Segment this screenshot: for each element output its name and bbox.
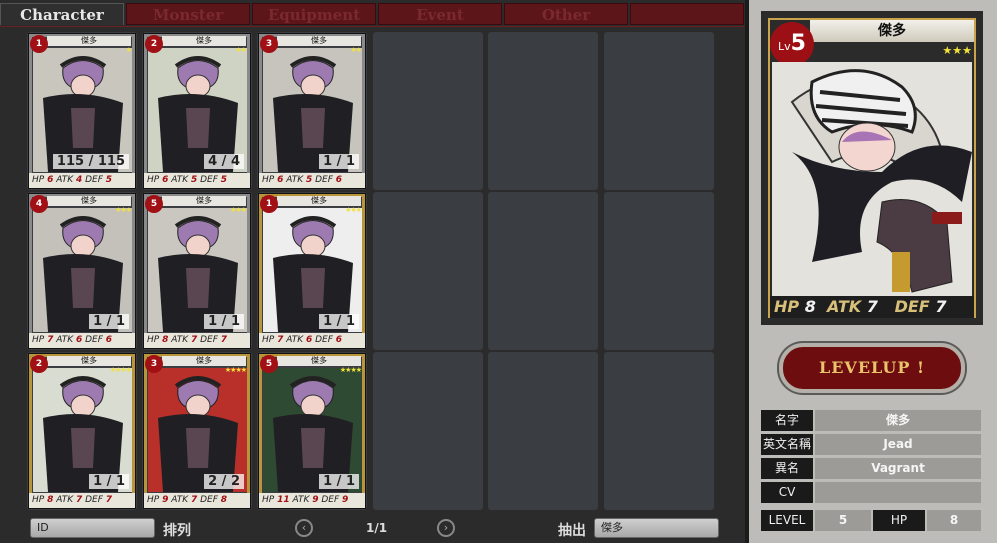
prev-page-icon[interactable]: ‹ (295, 519, 313, 537)
detail-panel: 傑多 Lv5 ★★★ HP 8 ATK 7 DEF 7 LEVELUP ! 名字… (749, 0, 997, 543)
level-badge: Lv5 (770, 22, 814, 66)
card-slot (604, 32, 714, 190)
card-name: 傑多 (277, 356, 361, 366)
card-stars: ★★★★ (224, 366, 247, 374)
card-stats: HP 11 ATK 9 DEF 9 (259, 493, 365, 508)
card-stars: ★ (125, 46, 132, 54)
card-count: 115 / 115 (52, 154, 129, 169)
card-stats: HP 8 ATK 7 DEF 7 (770, 296, 974, 318)
card-stars: ★★★★ (109, 366, 132, 374)
card-level-badge: 2 (145, 35, 163, 53)
card-level-badge: 3 (260, 35, 278, 53)
card-count: 1 / 1 (89, 474, 129, 489)
character-art (772, 62, 972, 300)
tab-blank (630, 3, 744, 25)
extract-label: 抽出 (558, 523, 586, 539)
card-stats: HP 7 ATK 6 DEF 6 (259, 333, 365, 348)
character-card[interactable]: 傑多 5 ★★★ 1 / 1 HP 8 ATK 7 DEF 7 (143, 193, 251, 349)
character-card[interactable]: 傑多 2 ★★★★ 1 / 1 HP 8 ATK 7 DEF 7 (28, 353, 136, 509)
card-slot (488, 352, 598, 510)
card-count: 1 / 1 (319, 154, 359, 169)
card-stats: HP 7 ATK 6 DEF 6 (29, 333, 135, 348)
card-slot (488, 32, 598, 190)
card-level-badge: 4 (30, 195, 48, 213)
card-name: 傑多 (277, 36, 361, 46)
card-count: 2 / 2 (204, 474, 244, 489)
card-stars: ★★★ (345, 206, 362, 214)
card-stars: ★★ (350, 46, 362, 54)
rarity-stars: ★★★ (942, 44, 972, 57)
character-card[interactable]: 傑多 5 ★★★★ 1 / 1 HP 11 ATK 9 DEF 9 (258, 353, 366, 509)
card-grid: 傑多 1 ★ 115 / 115 HP 6 ATK 4 DEF 5 傑多 2 ★★ 4 / 4H… (27, 32, 722, 512)
next-page-icon[interactable]: › (437, 519, 455, 537)
info-row-alias: 異名 Vagrant (761, 458, 981, 479)
card-level-badge: 3 (145, 355, 163, 373)
card-count: 1 / 1 (319, 314, 359, 329)
tab-character[interactable]: Character (0, 3, 124, 25)
card-stars: ★★★ (230, 206, 247, 214)
card-level-badge: 5 (260, 355, 278, 373)
card-slot (604, 352, 714, 510)
card-stats: HP 8 ATK 7 DEF 7 (29, 493, 135, 508)
card-slot (373, 192, 483, 350)
card-stars: ★★ (235, 46, 247, 54)
character-card[interactable]: 傑多 3 ★★★★ 2 / 2 HP 9 ATK 7 DEF 8 (143, 353, 251, 509)
card-stats: HP 6 ATK 4 DEF 5 (29, 173, 135, 188)
sort-label[interactable]: 排列 (163, 520, 191, 540)
card-slot (373, 352, 483, 510)
card-level-badge: 5 (145, 195, 163, 213)
card-slot (604, 192, 714, 350)
card-stats: HP 6 ATK 5 DEF 5 (144, 173, 250, 188)
levelup-button[interactable]: LEVELUP ! (779, 343, 965, 393)
page-indicator: 1/1 (366, 521, 388, 535)
card-stars: ★★★ (115, 206, 132, 214)
card-level-badge: 2 (30, 355, 48, 373)
card-name: 傑多 (162, 356, 246, 366)
character-card[interactable]: 傑多 3 ★★ 1 / 1 HP 6 ATK 5 DEF 6 (258, 33, 366, 189)
selected-card: 傑多 Lv5 ★★★ HP 8 ATK 7 DEF 7 (761, 11, 983, 325)
tab-event[interactable]: Event (378, 3, 502, 25)
character-card[interactable]: 傑多 1 ★ 115 / 115 HP 6 ATK 4 DEF 5 (28, 33, 136, 189)
card-name: 傑多 (277, 196, 361, 206)
card-stats: HP 6 ATK 5 DEF 6 (259, 173, 365, 188)
filter-field[interactable]: 傑多 (594, 518, 719, 538)
card-slot (373, 32, 483, 190)
card-count: 4 / 4 (204, 154, 244, 169)
card-title: 傑多 (810, 20, 974, 42)
category-tabs: Character Monster Equipment Event Other (0, 0, 746, 27)
card-level-badge: 1 (260, 195, 278, 213)
character-card[interactable]: 傑多 4 ★★★ 1 / 1 HP 7 ATK 6 DEF 6 (28, 193, 136, 349)
card-stars: ★★★★ (339, 366, 362, 374)
card-name: 傑多 (162, 36, 246, 46)
card-stats: HP 8 ATK 7 DEF 7 (144, 333, 250, 348)
card-name: 傑多 (47, 356, 131, 366)
tab-equipment[interactable]: Equipment (252, 3, 376, 25)
info-row-name: 名字 傑多 (761, 410, 981, 431)
info-row-english-name: 英文名稱 Jead (761, 434, 981, 455)
card-level-badge: 1 (30, 35, 48, 53)
id-search-field[interactable]: ID (30, 518, 155, 538)
info-row-level-hp: LEVEL 5 HP 8 (761, 510, 981, 531)
tab-monster[interactable]: Monster (126, 3, 250, 25)
bottom-toolbar: ID 排列 ‹ 1/1 › 抽出 傑多 (0, 514, 746, 543)
card-count: 1 / 1 (319, 474, 359, 489)
card-count: 1 / 1 (89, 314, 129, 329)
character-card[interactable]: 傑多 2 ★★ 4 / 4 HP 6 ATK 5 DEF 5 (143, 33, 251, 189)
card-stats: HP 9 ATK 7 DEF 8 (144, 493, 250, 508)
card-count: 1 / 1 (204, 314, 244, 329)
tab-other[interactable]: Other (504, 3, 628, 25)
card-slot (488, 192, 598, 350)
character-card[interactable]: 傑多 1 ★★★ 1 / 1 HP 7 ATK 6 DEF 6 (258, 193, 366, 349)
card-name: 傑多 (162, 196, 246, 206)
card-name: 傑多 (47, 36, 131, 46)
card-name: 傑多 (47, 196, 131, 206)
info-row-cv: CV (761, 482, 981, 503)
